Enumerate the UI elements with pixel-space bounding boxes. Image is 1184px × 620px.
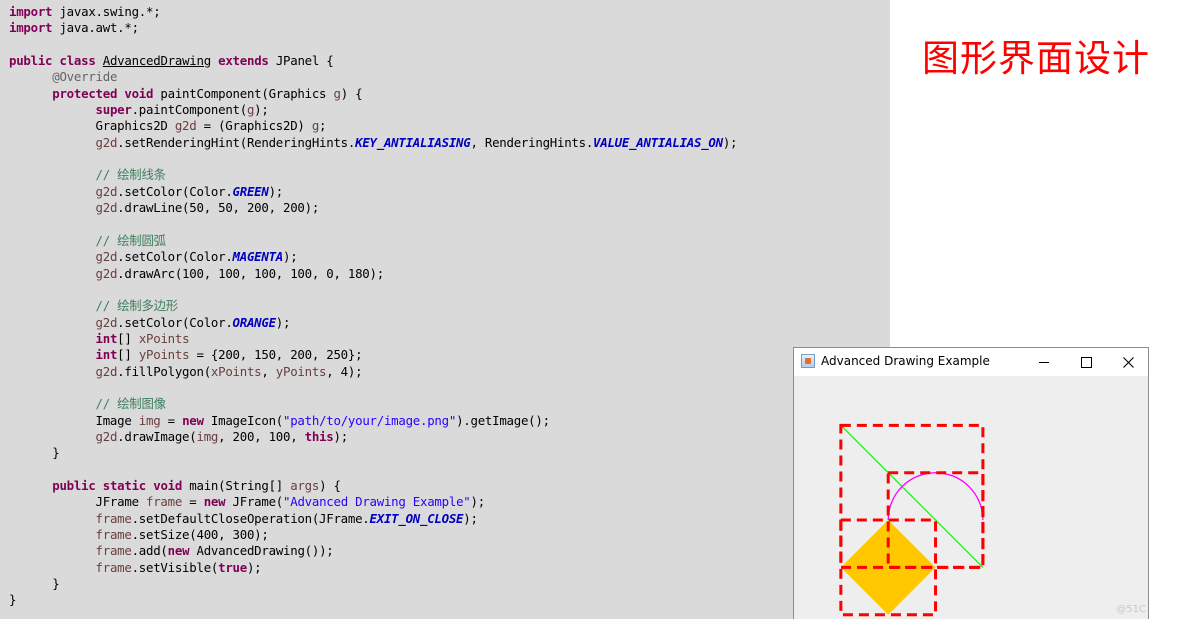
minimize-icon [1039,361,1049,363]
code-line: g2d.setColor(Color.MAGENTA); [95,249,298,265]
code-line: } [9,592,17,608]
code-line: g2d.fillPolygon(xPoints, yPoints, 4); [95,363,363,379]
window-titlebar[interactable]: Advanced Drawing Example [794,348,1148,376]
code-line: g2d.drawArc(100, 100, 100, 100, 0, 180); [95,265,385,281]
minimize-button[interactable] [1023,348,1065,376]
drawing-canvas [839,423,985,617]
code-line: // 绘制多边形 [95,298,179,314]
code-line: frame.setDefaultCloseOperation(JFrame.EX… [95,510,478,526]
app-window: Advanced Drawing Example @51C [793,347,1149,619]
magenta-arc [887,472,984,521]
code-line: super.paintComponent(g); [95,102,269,118]
code-line: @Override [52,69,118,85]
code-editor-panel: import javax.swing.*; import java.awt.*;… [0,0,890,619]
code-line: } [9,445,60,461]
code-line: int[] xPoints [95,330,190,346]
code-line: // 绘制线条 [95,167,166,183]
code-line: protected void paintComponent(Graphics g… [52,85,363,101]
code-line: import java.awt.*; [9,20,139,36]
code-line: Image img = new ImageIcon("path/to/your/… [9,412,551,428]
java-cup-icon [801,354,815,368]
java-source-code: import javax.swing.*; import java.awt.*;… [9,4,738,609]
watermark-text: @51C [1116,604,1146,615]
code-line: public class AdvancedDrawing extends JPa… [9,53,334,69]
close-button[interactable] [1107,348,1149,376]
code-line: } [9,576,60,592]
maximize-button[interactable] [1065,348,1107,376]
code-line: frame.add(new AdvancedDrawing()); [95,543,334,559]
code-line: frame.setVisible(true); [95,559,262,575]
code-line: g2d.setColor(Color.GREEN); [95,183,284,199]
code-line: // 绘制圆弧 [95,232,166,248]
code-line: int[] yPoints = {200, 150, 200, 250}; [95,347,363,363]
code-line: g2d.setColor(Color.ORANGE); [95,314,291,330]
code-line: JFrame frame = new JFrame("Advanced Draw… [9,494,486,510]
close-icon [1122,356,1134,368]
code-line: g2d.drawLine(50, 50, 200, 200); [95,200,320,216]
code-line: import javax.swing.*; [9,4,161,19]
code-line: // 绘制图像 [95,396,166,412]
window-title: Advanced Drawing Example [821,354,990,368]
code-line: public static void main(String[] args) { [52,477,341,493]
slide-title: 图形界面设计 [922,37,1150,80]
code-line: frame.setSize(400, 300); [95,527,269,542]
maximize-icon [1080,356,1092,368]
code-line: g2d.setRenderingHint(RenderingHints.KEY_… [95,134,738,150]
code-line: g2d.drawImage(img, 200, 100, this); [95,428,349,444]
code-line: Graphics2D g2d = (Graphics2D) g; [9,118,327,134]
